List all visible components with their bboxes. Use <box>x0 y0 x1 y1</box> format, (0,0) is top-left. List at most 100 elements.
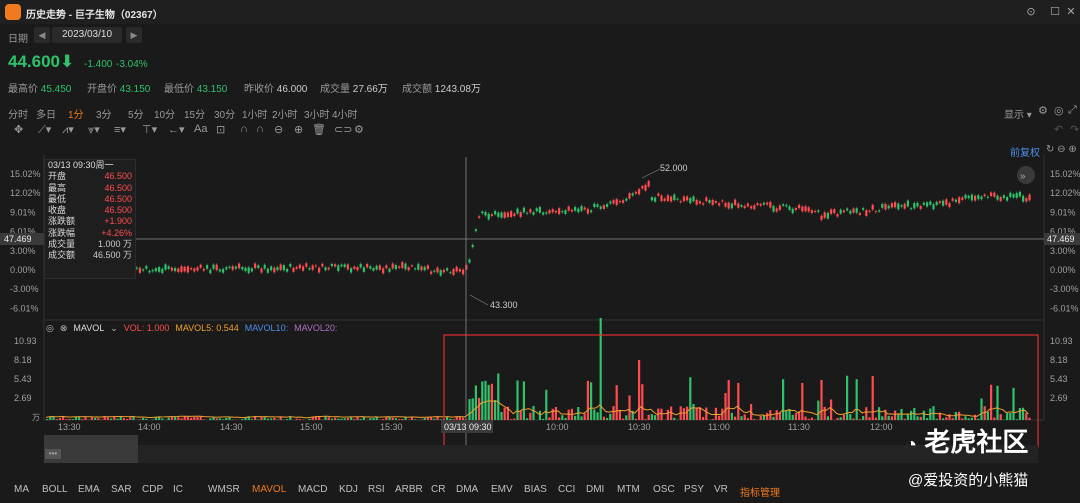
volume-bar <box>689 377 692 420</box>
indicator-tab-9[interactable]: KDJ <box>339 484 358 495</box>
tab-timeframe-3[interactable]: 3分 <box>96 106 112 121</box>
time-axis-label: 13:30 <box>58 422 81 432</box>
tab-timeframe-7[interactable]: 30分 <box>214 106 235 121</box>
tab-timeframe-1[interactable]: 多日 <box>36 106 56 121</box>
display-menu[interactable]: 显示 ▾ <box>1004 106 1032 121</box>
indicator-tab-18[interactable]: MTM <box>617 484 640 495</box>
volume-bar <box>554 406 557 420</box>
volume-bar <box>548 417 551 420</box>
indicator-tab-16[interactable]: CCI <box>558 484 575 495</box>
indicator-tab-15[interactable]: BIAS <box>524 484 547 495</box>
redo-icon[interactable]: ↷ <box>1070 123 1079 136</box>
volume-bar <box>468 399 471 420</box>
volume-bar <box>714 407 717 420</box>
volume-bar <box>762 415 765 420</box>
camera-icon[interactable]: ◎ <box>1054 104 1064 117</box>
tab-timeframe-5[interactable]: 10分 <box>154 106 175 121</box>
date-picker[interactable]: 2023/03/10 <box>52 27 122 43</box>
lock-icon[interactable]: ⊕ <box>294 123 303 136</box>
y-axis-label: -3.00% <box>10 284 39 294</box>
tab-timeframe-2[interactable]: 1分 <box>68 106 84 121</box>
volume-bar <box>542 418 545 420</box>
volume-bar <box>887 415 890 420</box>
channel-tool-icon[interactable]: ⩔▾ <box>88 123 100 137</box>
time-axis-label: 10:00 <box>546 422 569 432</box>
hide-drawings-icon[interactable]: ⊖ <box>274 123 283 136</box>
indicator-tab-22[interactable]: 指标管理 <box>740 484 780 499</box>
indicator-tab-17[interactable]: DMI <box>586 484 604 495</box>
line-tool-icon[interactable]: ⟋▾ <box>38 123 51 137</box>
indicator-tab-21[interactable]: VR <box>714 484 728 495</box>
settings-icon[interactable]: ⚙ <box>1038 104 1048 117</box>
refresh-icon[interactable]: ↻ ⊖ ⊕ <box>1046 144 1077 155</box>
arrow-tool-icon[interactable]: ←▾ <box>168 123 185 136</box>
close-icon[interactable]: ✕ <box>1062 4 1080 20</box>
tab-timeframe-10[interactable]: 3小时 <box>304 106 330 121</box>
next-date-button[interactable]: ▶ <box>126 27 142 43</box>
volume-bar <box>785 410 788 420</box>
volume-bar <box>922 410 925 420</box>
trend-tool-icon[interactable]: ⩘▾ <box>62 123 74 137</box>
volume-bar <box>113 417 116 420</box>
range-navigator[interactable] <box>138 445 1038 463</box>
indicator-tab-8[interactable]: MACD <box>298 484 327 495</box>
volume-bar <box>180 418 183 420</box>
tab-timeframe-8[interactable]: 1小时 <box>242 106 268 121</box>
indicator-tab-4[interactable]: CDP <box>142 484 163 495</box>
delete-icon[interactable]: 🗑︎ <box>312 123 326 136</box>
draw-settings-icon[interactable]: ⚙ <box>354 123 364 136</box>
volume-bar <box>196 417 199 420</box>
volume-bar <box>865 407 868 420</box>
volume-bar <box>638 360 641 420</box>
y-axis-label: 12.02% <box>10 188 41 198</box>
ruler-tool-icon[interactable]: ⊡ <box>216 123 225 136</box>
chevron-down-icon[interactable]: ⌄ <box>110 323 118 334</box>
indicator-tab-20[interactable]: PSY <box>684 484 704 495</box>
pin-icon[interactable]: ⊙ <box>1022 4 1040 20</box>
indicator-tab-6[interactable]: WMSR <box>208 484 240 495</box>
tab-timeframe-6[interactable]: 15分 <box>184 106 205 121</box>
indicator-tab-19[interactable]: OSC <box>653 484 675 495</box>
volume-bar <box>871 376 874 420</box>
tab-timeframe-11[interactable]: 4小时 <box>332 106 358 121</box>
volume-bar <box>458 416 461 420</box>
link-icon[interactable]: ⊂⊃ <box>334 123 352 136</box>
indicator-tab-10[interactable]: RSI <box>368 484 385 495</box>
drag-handle-icon[interactable]: ••• <box>45 449 61 459</box>
prev-date-button[interactable]: ◀ <box>34 27 50 43</box>
volume-y-label: 8.18 <box>14 355 32 365</box>
indicator-tab-14[interactable]: EMV <box>491 484 513 495</box>
indicator-tab-13[interactable]: DMA <box>456 484 478 495</box>
indicator-tab-3[interactable]: SAR <box>111 484 132 495</box>
volume-bar <box>974 414 977 420</box>
volume-y-label-right: 2.69 <box>1050 393 1068 403</box>
chart-canvas[interactable]: 52.000 43.300 15.02%12.02%9.01%6.01%3.00… <box>0 155 1080 455</box>
price-change-pct: -3.04% <box>116 59 148 70</box>
visibility-icon[interactable]: ◎ <box>46 323 54 334</box>
indicator-tab-12[interactable]: CR <box>431 484 445 495</box>
crosshair-tool-icon[interactable]: ✥ <box>14 123 23 136</box>
indicator-tab-11[interactable]: ARBR <box>395 484 423 495</box>
indicator-tab-7[interactable]: MAVOL <box>252 484 286 495</box>
close-indicator-icon[interactable]: ⊗ <box>60 323 68 334</box>
tab-timeframe-0[interactable]: 分时 <box>8 106 28 121</box>
magnet-strong-icon[interactable]: ∩ <box>256 123 264 135</box>
tab-timeframe-9[interactable]: 2小时 <box>272 106 298 121</box>
fullscreen-icon[interactable]: ⤢ <box>1068 104 1077 117</box>
volume-bar <box>791 414 794 420</box>
level-tool-icon[interactable]: ⊤▾ <box>142 123 157 136</box>
indicator-tab-1[interactable]: BOLL <box>42 484 68 495</box>
volume-bar <box>641 384 644 420</box>
fib-tool-icon[interactable]: ≡▾ <box>114 123 126 136</box>
tab-timeframe-4[interactable]: 5分 <box>128 106 144 121</box>
volume-bar <box>487 384 490 420</box>
undo-icon[interactable]: ↶ <box>1054 123 1063 136</box>
volume-bar <box>138 419 141 420</box>
indicator-tab-2[interactable]: EMA <box>78 484 100 495</box>
text-tool-icon[interactable]: Aa <box>194 123 207 135</box>
indicator-tab-0[interactable]: MA <box>14 484 29 495</box>
indicator-tab-5[interactable]: IC <box>173 484 183 495</box>
crosshair-price-right: 47.469 <box>1047 234 1075 244</box>
volume-bar <box>948 414 951 420</box>
magnet-tool-icon[interactable]: ∩ <box>240 123 248 135</box>
